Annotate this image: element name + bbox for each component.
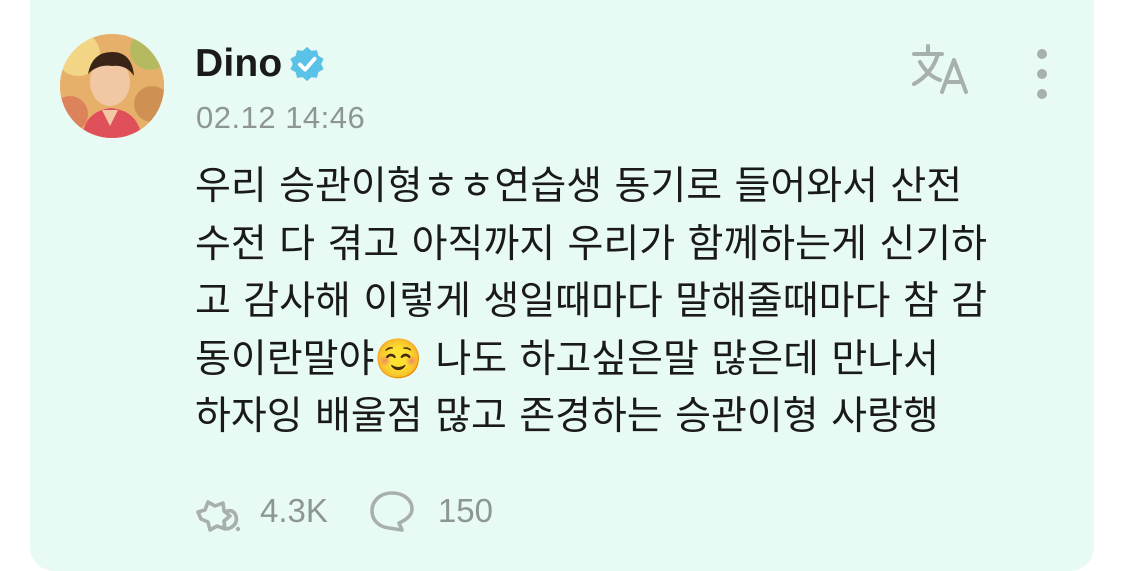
comment-count: 150 <box>437 492 493 529</box>
more-options-button[interactable] <box>1030 48 1054 100</box>
reaction-icon <box>196 500 241 532</box>
reaction-count: 4.3K <box>260 492 328 529</box>
verified-badge-icon <box>290 46 325 82</box>
post-actions: 4.3K 150 <box>192 486 493 536</box>
post-body: 우리 승관이형ㅎㅎ연습생 동기로 들어와서 산전 수전 다 겪고 아직까지 우리… <box>195 164 987 439</box>
comment-bubble-icon <box>370 491 414 532</box>
post-card: Dino 02.12 14:46 우리 승관이형ㅎㅎ연습생 동기로 들어와서 산… <box>30 0 1094 571</box>
avatar-image <box>60 34 164 138</box>
comment-button[interactable]: 150 <box>368 488 493 534</box>
author-row: Dino <box>195 40 326 88</box>
reaction-button[interactable]: 4.3K <box>192 488 328 534</box>
avatar[interactable] <box>60 34 164 138</box>
translate-button[interactable] <box>910 42 972 96</box>
author-name[interactable]: Dino <box>195 42 282 86</box>
post-timestamp: 02.12 14:46 <box>196 100 366 135</box>
translate-icon <box>912 44 968 94</box>
more-vertical-icon <box>1037 49 1047 99</box>
